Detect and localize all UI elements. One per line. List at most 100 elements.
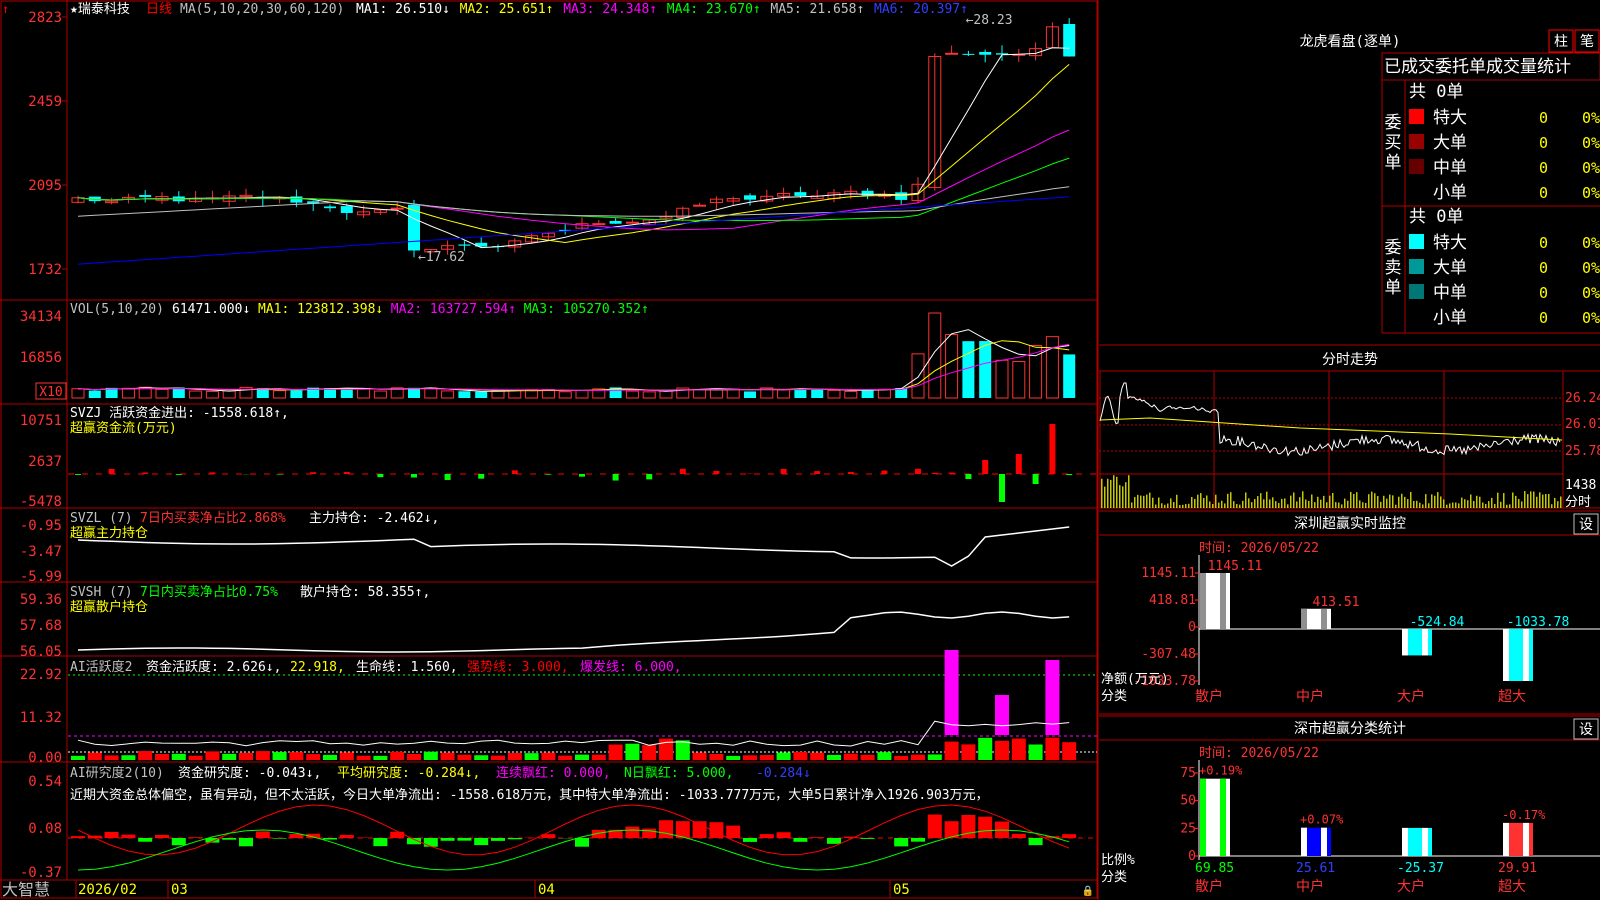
- ai-active-bar: [440, 752, 455, 760]
- monitor-bar-shade: [1523, 629, 1529, 681]
- intraday-vol-bar: [1395, 504, 1397, 508]
- classify-bar-shade: [1321, 827, 1327, 856]
- research-bar: [625, 826, 640, 838]
- order-pct: 0%: [1582, 284, 1600, 302]
- classify-bar-shade: [1523, 822, 1529, 856]
- dragon-panel: 龙虎看盘(逐单) 柱笔已成交委托单成交量统计委买单委卖单共 0单共 0单特大 0 0%…: [1099, 29, 1600, 346]
- intraday-vol-bar: [1347, 500, 1349, 508]
- price-axis-tick: 2459: [28, 94, 62, 110]
- classify-value-label: -25.37: [1397, 861, 1444, 876]
- intraday-vol-bar: [1455, 502, 1457, 508]
- classify-category: 中户: [1296, 878, 1324, 895]
- candle-body: [945, 52, 959, 55]
- intraday-vol-bar: [1542, 494, 1544, 508]
- intraday-vol-bar: [1128, 475, 1130, 508]
- intraday-vol-bar: [1107, 478, 1109, 508]
- research-bar: [911, 838, 925, 842]
- ai-active-bar: [87, 752, 102, 760]
- volume-bar: [877, 388, 891, 399]
- intraday-vol-bar: [1323, 495, 1325, 508]
- volume-bar: [357, 387, 371, 399]
- intraday-vol-bar: [1302, 491, 1304, 508]
- svzj-bar: [999, 474, 1005, 502]
- dragon-title: 龙虎看盘(逐单): [1300, 33, 1401, 50]
- monitor-category: 散户: [1195, 688, 1223, 705]
- research-bar: [71, 836, 85, 838]
- candle-body: [895, 192, 908, 200]
- intraday-vol-bar: [1179, 504, 1181, 508]
- intraday-vol-bar: [1188, 503, 1190, 508]
- intraday-vol-bar: [1464, 499, 1466, 508]
- market-chart-canvas[interactable]: ←28.23 ←17.62 ★瑞泰科技 日线 MA(5,10,20,30,60,120)…: [0, 0, 1600, 900]
- buy-total: 共 0单: [1409, 82, 1463, 102]
- kline-panels[interactable]: ←28.23 ←17.62 ★瑞泰科技 日线 MA(5,10,20,30,60,120)…: [0, 0, 1098, 899]
- monitor-category: 大户: [1397, 688, 1425, 705]
- research-bar: [339, 834, 354, 838]
- classify-category: 超大: [1498, 879, 1526, 895]
- volume-bar: [373, 390, 387, 399]
- research-bar: [222, 838, 237, 840]
- classify-time: 时间: 2026/05/22: [1199, 746, 1319, 761]
- monitor-category: 超大: [1498, 689, 1526, 705]
- volume-bar: [945, 334, 959, 399]
- intraday-vol-bar: [1416, 500, 1418, 508]
- intraday-vol-bar: [1194, 498, 1196, 508]
- research-bar: [121, 834, 136, 838]
- intraday-vol-bar: [1386, 498, 1388, 508]
- ai-active-bar: [138, 751, 153, 760]
- candle-body: [609, 221, 622, 224]
- intraday-vol-bar: [1158, 497, 1160, 508]
- intraday-vol-bar: [1167, 503, 1169, 508]
- ai-active-bar: [642, 745, 657, 760]
- intraday-vol-bar: [1329, 495, 1331, 508]
- classify-bar-shade: [1200, 778, 1206, 856]
- intraday-vol-bar: [1353, 493, 1355, 508]
- volume-bar: [273, 390, 287, 399]
- research-bar: [978, 816, 993, 838]
- ai-active-bar: [995, 740, 1009, 760]
- intraday-vol-bar: [1476, 495, 1478, 508]
- intraday-vol-bar: [1524, 491, 1526, 508]
- intraday-vol-bar: [1350, 491, 1352, 508]
- svzj-subtitle: 超赢资金流(万元): [70, 420, 177, 436]
- ai-active-bar: [625, 743, 640, 760]
- svzl-panel: SVZL (7) 7日内买卖净占比2.868% 主力持仓: -2.462↓, 超赢主力…: [70, 510, 1070, 567]
- ai-active-bar: [423, 751, 438, 760]
- ai-axis-tick: 22.92: [20, 667, 62, 683]
- research-bar: [507, 838, 522, 840]
- research-bar: [827, 838, 841, 844]
- ai-active-bar: [927, 754, 942, 760]
- ai-active-spike: [995, 695, 1009, 735]
- monitor-value-label: -1033.78: [1507, 615, 1570, 630]
- svzj-bar: [478, 474, 485, 479]
- date-start: 2026/02: [78, 882, 137, 898]
- ai-active-bar: [608, 744, 623, 760]
- intraday-vol-bar: [1458, 503, 1460, 508]
- intraday-vol-bar: [1308, 500, 1310, 508]
- volume-ma-line: [77, 343, 1070, 392]
- research-bar: [171, 838, 186, 846]
- intraday-vol-bar: [1554, 497, 1556, 508]
- candle-body: [794, 192, 807, 196]
- vertical-label-char: 委: [1385, 238, 1402, 258]
- intraday-vol-bar: [1164, 504, 1166, 508]
- classify-bar-shade: [1503, 822, 1509, 856]
- monitor-axis-tick: 0: [1188, 620, 1196, 635]
- monitor-value-label: 413.51: [1313, 595, 1360, 610]
- intraday-vol-bar: [1371, 491, 1373, 508]
- intraday-vol-bar: [1356, 492, 1358, 508]
- monitor-bar-shade: [1422, 629, 1428, 656]
- intraday-axis-tick: 25.78: [1565, 444, 1600, 459]
- intraday-vol-bar: [1104, 486, 1106, 508]
- research-bar: [1028, 838, 1043, 846]
- volume-bar: [744, 391, 756, 398]
- intraday-vol-bar: [1206, 495, 1208, 508]
- svzj-bar: [1015, 454, 1022, 474]
- classify-axis-tick: 75: [1180, 766, 1196, 781]
- order-pct: 0%: [1582, 109, 1600, 127]
- intraday-vol-bar: [1368, 494, 1370, 508]
- volume-bar: [1063, 354, 1076, 398]
- ma-line-3: [77, 129, 1070, 231]
- order-size-name: 特大: [1433, 108, 1467, 128]
- intraday-vol-bar: [1545, 494, 1547, 508]
